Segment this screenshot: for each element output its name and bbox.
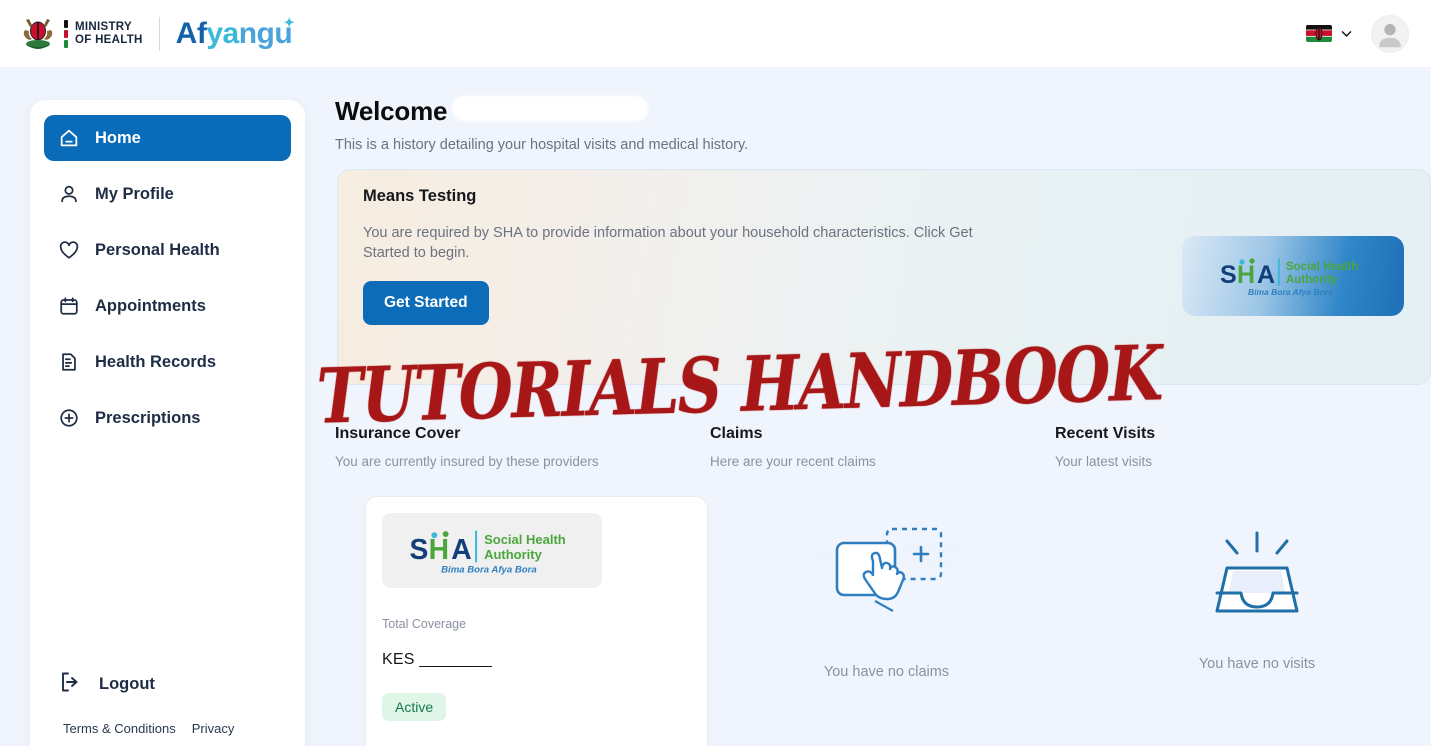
svg-text:A: A (451, 532, 471, 564)
sidebar: Home My Profile Personal Health Appointm… (30, 100, 305, 746)
legal-links: Terms & Conditions Privacy (63, 721, 234, 736)
privacy-link[interactable]: Privacy (192, 721, 235, 736)
terms-and-conditions-link[interactable]: Terms & Conditions (63, 721, 176, 736)
insurance-subtitle: You are currently insured by these provi… (335, 454, 599, 469)
sidebar-item-appointments[interactable]: Appointments (44, 283, 291, 329)
brand-lockup: MINISTRY OF HEALTH Afyangu ✦ (18, 14, 295, 54)
ministry-of-health-label: MINISTRY OF HEALTH (75, 21, 143, 47)
claims-empty-state: You have no claims (718, 513, 1055, 680)
visits-subtitle: Your latest visits (1055, 454, 1153, 469)
sidebar-item-label: Home (95, 128, 141, 147)
sparkle-icon: ✦ (283, 14, 295, 30)
svg-text:Bima Bora Afya Bora: Bima Bora Afya Bora (1248, 287, 1333, 297)
sidebar-item-prescriptions[interactable]: Prescriptions (44, 395, 291, 441)
insurance-title: Insurance Cover (335, 425, 461, 442)
user-icon (58, 183, 80, 205)
ministry-line-2: OF HEALTH (75, 33, 143, 46)
main-content: Welcome This is a history detailing your… (316, 67, 1431, 746)
svg-text:Authority: Authority (484, 546, 543, 561)
afyangu-logo: Afyangu ✦ (175, 14, 295, 51)
logout-button[interactable]: Logout (58, 670, 155, 699)
calendar-icon (58, 295, 80, 317)
kenya-coat-of-arms-icon (18, 14, 58, 54)
svg-text:A: A (1257, 261, 1275, 289)
brand-divider (158, 16, 160, 51)
sidebar-item-label: Personal Health (95, 240, 220, 259)
visits-column: Recent Visits Your latest visits You hav… (1055, 425, 1431, 746)
sidebar-item-label: Health Records (95, 352, 217, 371)
svg-text:S: S (409, 532, 428, 564)
total-coverage-value: KES ________ (382, 651, 493, 668)
home-icon (58, 127, 80, 149)
means-testing-body: You are required by SHA to provide infor… (363, 225, 973, 261)
app-header: MINISTRY OF HEALTH Afyangu ✦ (0, 0, 1431, 67)
sidebar-item-health-records[interactable]: Health Records (44, 339, 291, 385)
welcome-subtitle: This is a history detailing your hospita… (335, 137, 749, 153)
sidebar-item-label: Appointments (95, 296, 206, 315)
sha-banner-logo: S H A Social Health Authority Bima Bora … (1182, 236, 1404, 316)
dashboard-columns: Insurance Cover You are currently insure… (335, 425, 1431, 746)
insurance-card[interactable]: S H A Social Health Authority Bima Bora … (365, 496, 708, 746)
means-testing-card: Means Testing You are required by SHA to… (337, 169, 1431, 385)
page-title: Welcome (335, 96, 448, 126)
redacted-user-name (452, 96, 648, 121)
language-selector[interactable] (1306, 25, 1353, 42)
get-started-button[interactable]: Get Started (363, 281, 489, 325)
chevron-down-icon (1340, 27, 1353, 40)
status-badge: Active (382, 693, 447, 721)
svg-text:Bima Bora Afya Bora: Bima Bora Afya Bora (441, 564, 537, 575)
pill-plus-icon (58, 407, 80, 429)
visits-title: Recent Visits (1055, 425, 1156, 442)
afyangu-part-1: Af (175, 16, 207, 50)
sidebar-item-personal-health[interactable]: Personal Health (44, 227, 291, 273)
logout-label: Logout (99, 675, 155, 694)
logout-icon (58, 670, 82, 699)
svg-text:H: H (1237, 261, 1255, 289)
claims-column: Claims Here are your recent claims You h… (710, 425, 1055, 746)
svg-text:Social Health: Social Health (1286, 261, 1358, 273)
claims-empty-text: You have no claims (823, 664, 950, 680)
afyangu-part-2: ya (206, 16, 239, 50)
svg-text:Social Health: Social Health (484, 532, 566, 547)
claims-subtitle: Here are your recent claims (710, 454, 876, 469)
means-testing-title: Means Testing (363, 187, 477, 205)
sha-logo-icon: S H A Social Health Authority Bima Bora … (1220, 258, 1358, 297)
svg-text:S: S (1220, 261, 1237, 289)
document-icon (58, 351, 80, 373)
insurance-column: Insurance Cover You are currently insure… (335, 425, 710, 746)
kenya-flag-icon (1306, 25, 1332, 42)
header-actions (1306, 14, 1409, 53)
sidebar-item-label: Prescriptions (95, 408, 201, 427)
total-coverage-label: Total Coverage (382, 617, 467, 631)
heart-icon (58, 239, 80, 261)
sidebar-item-label: My Profile (95, 184, 174, 203)
visits-empty-text: You have no visits (1198, 656, 1316, 672)
avatar[interactable] (1371, 14, 1409, 53)
ministry-line-1: MINISTRY (75, 20, 132, 33)
click-card-plus-illustration-icon (807, 513, 967, 638)
moh-flag-bars (64, 19, 68, 48)
svg-text:Authority: Authority (1286, 274, 1338, 286)
insurance-provider-logo: S H A Social Health Authority Bima Bora … (382, 513, 602, 588)
visits-empty-state: You have no visits (1083, 523, 1431, 672)
empty-inbox-illustration-icon (1197, 523, 1317, 628)
app-root: MINISTRY OF HEALTH Afyangu ✦ Home My Pro… (0, 0, 1431, 746)
sidebar-item-my-profile[interactable]: My Profile (44, 171, 291, 217)
claims-title: Claims (710, 425, 763, 442)
sha-logo-icon: S H A Social Health Authority Bima Bora … (409, 530, 566, 575)
svg-text:H: H (429, 532, 449, 564)
sidebar-item-home[interactable]: Home (44, 115, 291, 161)
